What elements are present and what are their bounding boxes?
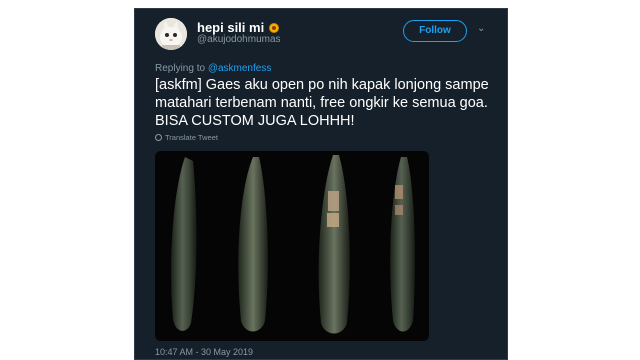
name-row: hepi sili mi: [197, 20, 280, 35]
translate-label: Translate Tweet: [165, 133, 218, 142]
tweet-text: [askfm] Gaes aku open po nih kapak lonjo…: [155, 77, 489, 129]
translate-tweet-link[interactable]: Translate Tweet: [155, 133, 218, 142]
reply-prefix: Replying to: [155, 63, 206, 74]
user-handle[interactable]: @akujodohmumas: [197, 34, 281, 45]
replying-to: Replying to @askmenfess: [155, 63, 271, 74]
tweet-image[interactable]: [155, 151, 429, 341]
tweet-timestamp[interactable]: 10:47 AM - 30 May 2019: [155, 347, 253, 357]
display-name[interactable]: hepi sili mi: [197, 20, 264, 35]
avatar[interactable]: [155, 18, 187, 50]
emoji-badge-icon: [269, 22, 280, 33]
reply-mention-link[interactable]: @askmenfess: [208, 63, 272, 74]
follow-button[interactable]: Follow: [403, 20, 467, 42]
chevron-down-icon[interactable]: ⌄: [477, 23, 485, 34]
tweet-card: hepi sili mi @akujodohmumas Follow ⌄ Rep…: [134, 8, 508, 360]
stone-axes-photo: [155, 151, 429, 341]
cat-avatar-icon: [155, 18, 187, 50]
globe-icon: [155, 134, 162, 141]
